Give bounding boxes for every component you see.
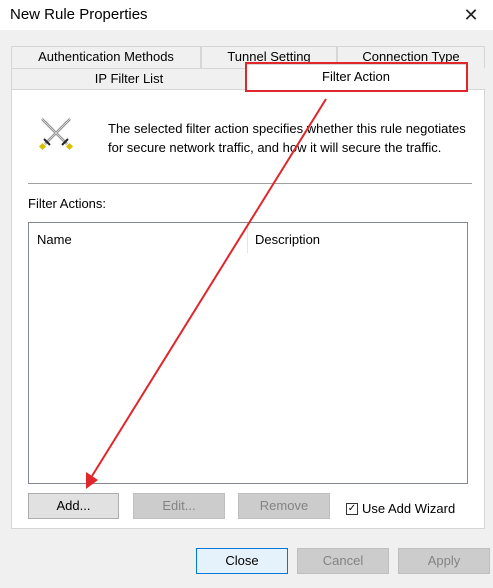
checkbox-label: Use Add Wizard [362,501,456,516]
title-bar: New Rule Properties ✕ [0,0,493,30]
column-header-name[interactable]: Name [37,232,72,247]
apply-button[interactable]: Apply [398,548,490,574]
filter-action-description: The selected filter action specifies whe… [108,121,466,155]
cancel-button[interactable]: Cancel [297,548,389,574]
tab-ip-filter-list[interactable]: IP Filter List [11,68,247,90]
close-icon[interactable]: ✕ [459,4,483,26]
filter-actions-list[interactable]: Name Description [28,222,468,484]
separator [28,183,472,185]
close-button[interactable]: Close [196,548,288,574]
column-header-description[interactable]: Description [255,232,320,247]
annotation-highlight-box [245,62,468,92]
tab-label: Authentication Methods [38,49,174,64]
tab-authentication-methods[interactable]: Authentication Methods [11,46,201,68]
window-title: New Rule Properties [10,6,148,23]
use-add-wizard-checkbox[interactable]: ✓ Use Add Wizard [346,501,455,516]
crossed-swords-icon [36,115,76,155]
filter-actions-label: Filter Actions: [28,196,107,211]
add-button[interactable]: Add... [28,493,119,519]
checkbox-box[interactable]: ✓ [346,502,358,515]
remove-button[interactable]: Remove [238,493,330,519]
tab-label: IP Filter List [94,71,164,86]
edit-button[interactable]: Edit... [133,493,225,519]
column-divider[interactable] [247,223,248,253]
